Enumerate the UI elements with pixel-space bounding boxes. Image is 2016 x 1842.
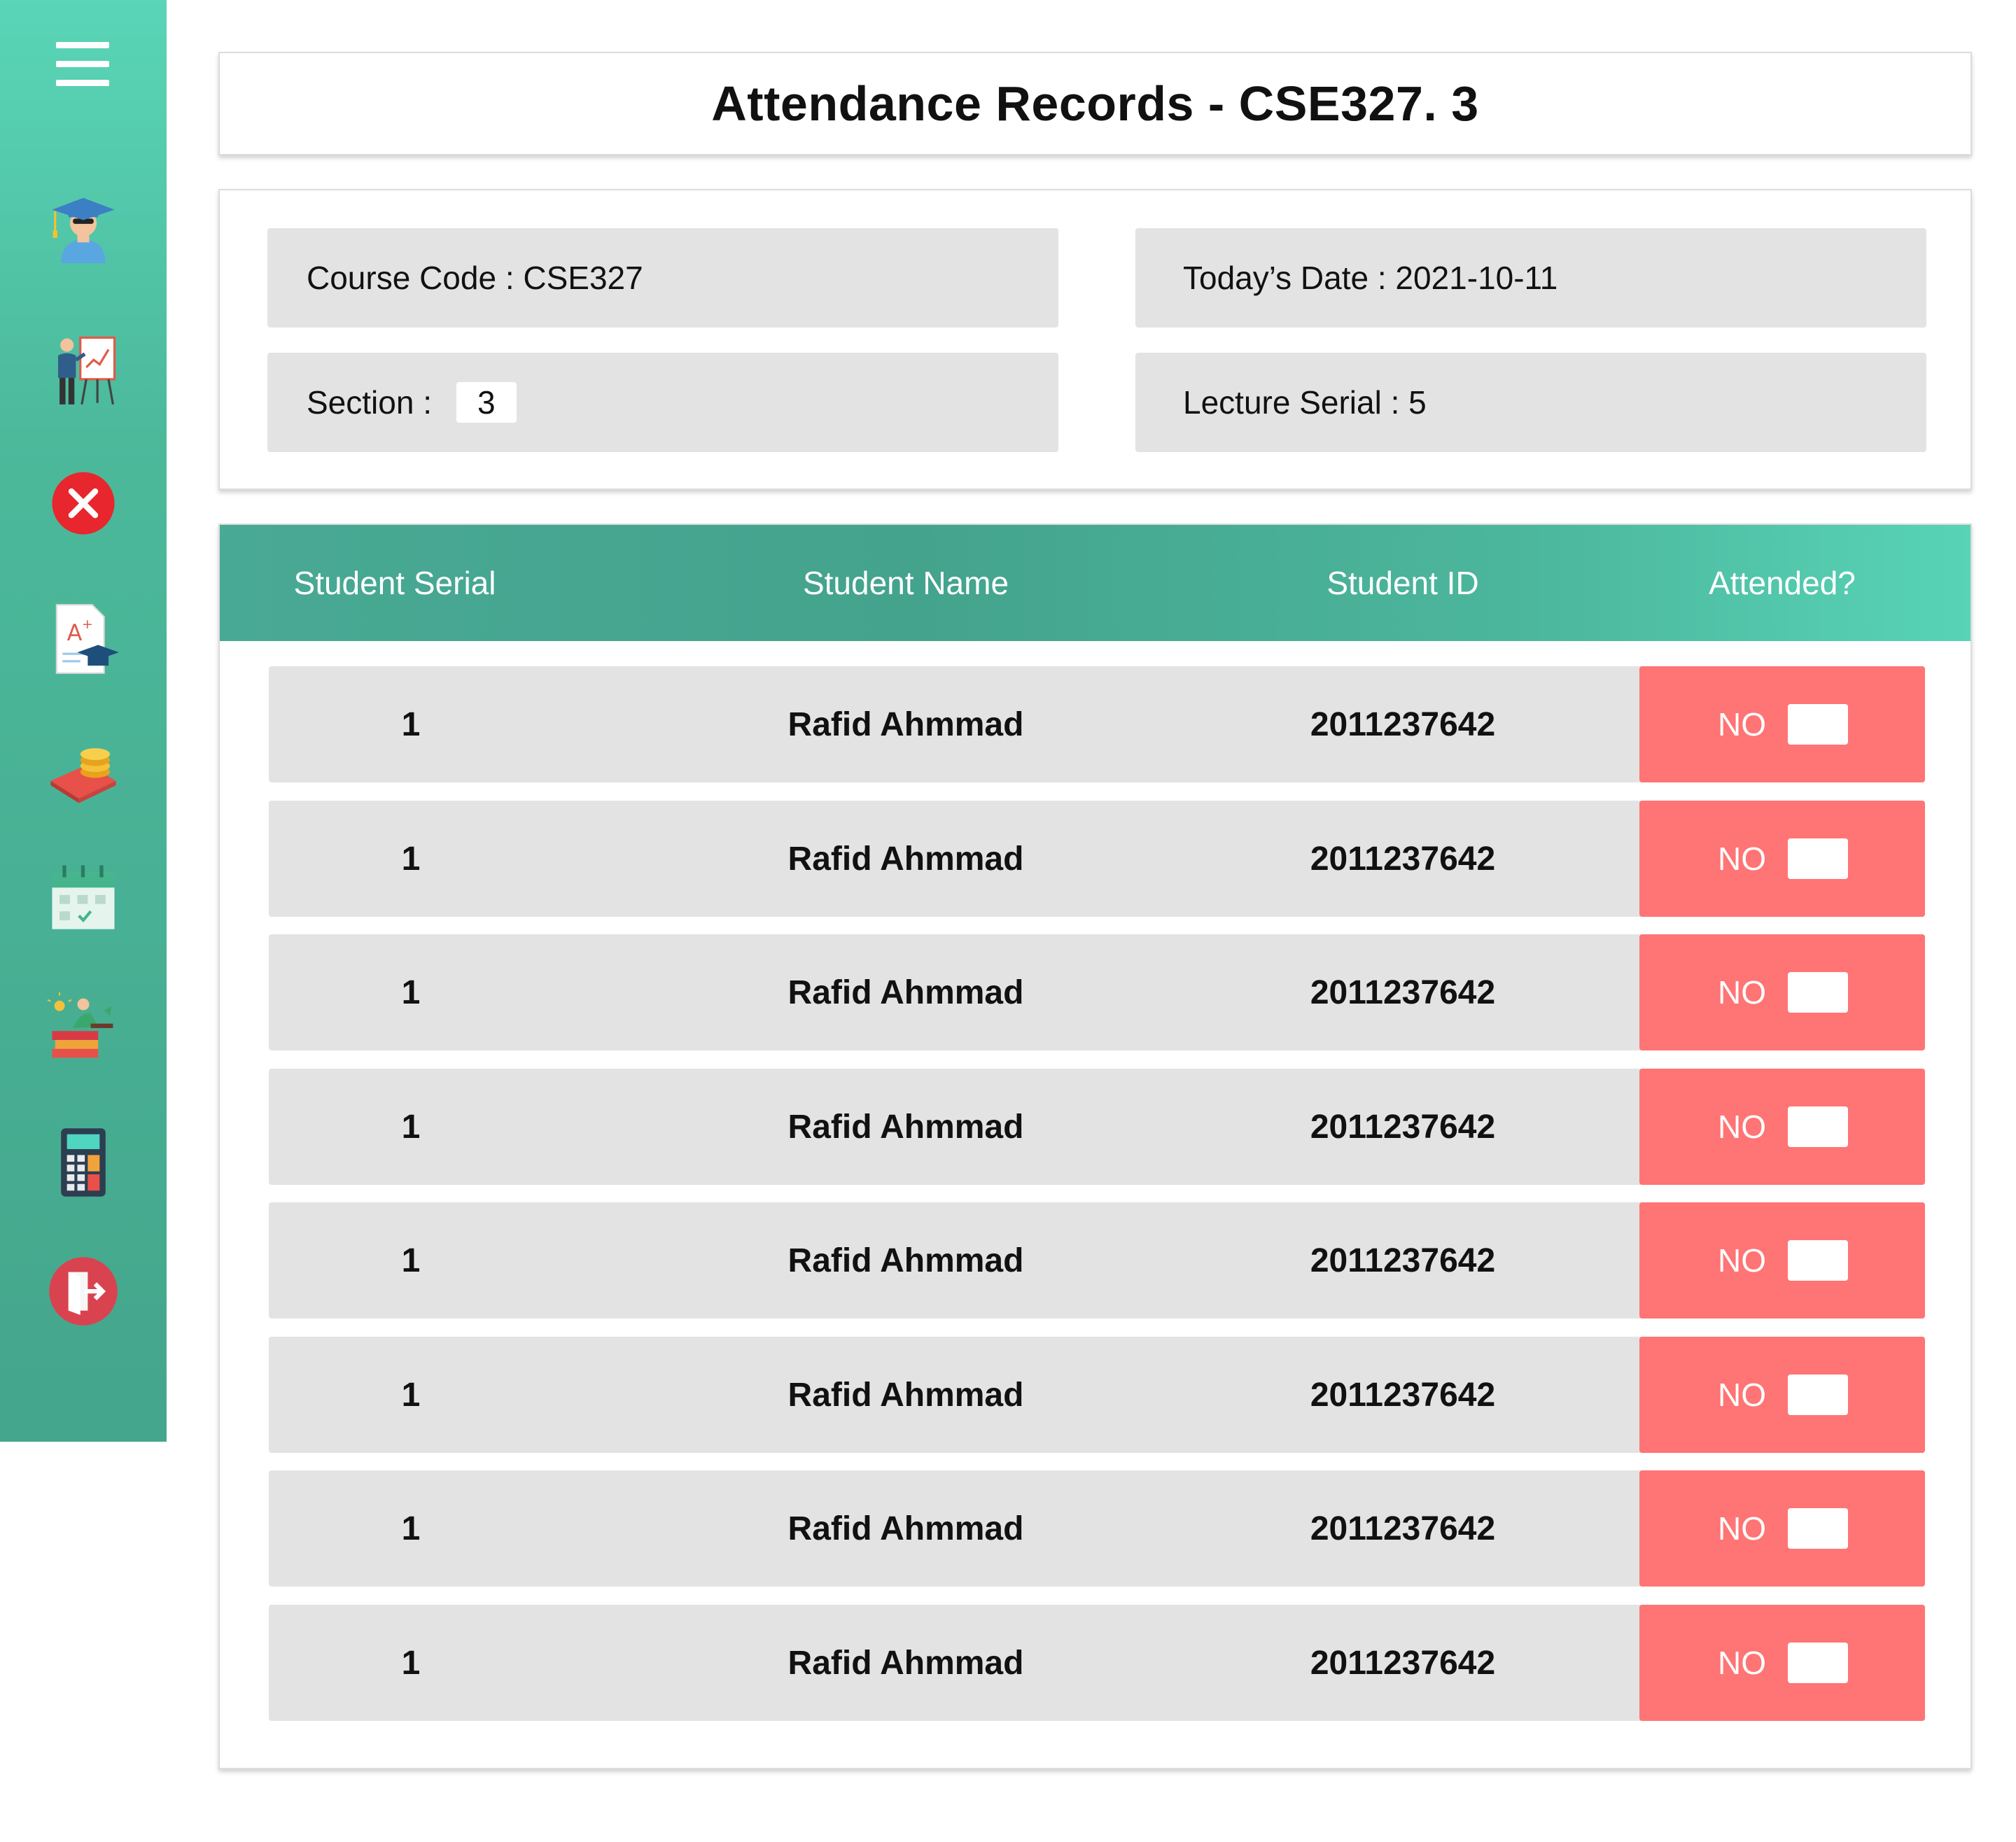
table-row: 1 Rafid Ahmmad 2011237642 NO [269,934,1925,1050]
student-id-cell: 2011237642 [1310,1510,1496,1547]
student-name-cell: Rafid Ahmmad [788,1644,1024,1682]
course-code-label: Course Code : CSE327 [307,260,643,296]
section-value-field[interactable]: 3 [456,382,517,423]
toggle-switch[interactable] [1788,838,1848,879]
student-serial-cell: 1 [401,1644,421,1682]
header-student-serial: Student Serial [293,565,496,601]
attendance-status-label: NO [1718,1645,1766,1681]
attendance-status-label: NO [1718,1242,1766,1279]
student-serial-cell: 1 [401,1242,421,1279]
header-attended: Attended? [1709,565,1856,601]
student-name-cell: Rafid Ahmmad [788,1108,1024,1146]
attendance-toggle-button[interactable]: NO [1639,1069,1925,1185]
table-row: 1 Rafid Ahmmad 2011237642 NO [269,1337,1925,1453]
svg-text:+: + [82,617,93,632]
student-id-cell: 2011237642 [1310,705,1496,743]
svg-text:A: A [67,620,83,646]
student-serial-cell: 1 [401,973,421,1011]
lecture-serial-box: Lecture Serial : 5 [1135,353,1926,452]
grade-document-icon[interactable]: A + [46,602,120,676]
student-serial-cell: 1 [401,705,421,743]
student-id-cell: 2011237642 [1310,1376,1496,1414]
table-header: Student Serial Student Name Student ID A… [220,525,1970,641]
table-row: 1 Rafid Ahmmad 2011237642 NO [269,1605,1925,1721]
section-label: Section : [307,384,441,421]
logout-door-icon[interactable] [46,1253,120,1327]
attendance-status-label: NO [1718,706,1766,743]
attendance-status-label: NO [1718,974,1766,1011]
student-id-cell: 2011237642 [1310,1242,1496,1279]
table-row: 1 Rafid Ahmmad 2011237642 NO [269,666,1925,782]
date-label: Today’s Date : 2021-10-11 [1183,260,1558,296]
calculator-icon[interactable] [46,1125,120,1200]
student-name-cell: Rafid Ahmmad [788,1242,1024,1279]
page-title-card: Attendance Records - CSE327. 3 [218,52,1972,155]
attendance-toggle-button[interactable]: NO [1639,1605,1925,1721]
toggle-switch[interactable] [1788,972,1848,1013]
red-close-icon[interactable] [46,465,120,539]
student-name-cell: Rafid Ahmmad [788,973,1024,1011]
attendance-toggle-button[interactable]: NO [1639,934,1925,1050]
graduate-student-icon[interactable] [46,189,120,263]
student-id-cell: 2011237642 [1310,1108,1496,1146]
attendance-toggle-button[interactable]: NO [1639,666,1925,782]
toggle-switch[interactable] [1788,1240,1848,1281]
attendance-status-label: NO [1718,1109,1766,1145]
study-books-icon[interactable] [46,991,120,1065]
attendance-status-label: NO [1718,1377,1766,1413]
student-name-cell: Rafid Ahmmad [788,1376,1024,1414]
toggle-switch[interactable] [1788,1106,1848,1147]
attendance-toggle-button[interactable]: NO [1639,1470,1925,1587]
student-name-cell: Rafid Ahmmad [788,1510,1024,1547]
calendar-icon[interactable] [46,859,120,934]
hamburger-menu-icon[interactable] [56,42,109,87]
student-name-cell: Rafid Ahmmad [788,840,1024,878]
teacher-presentation-icon[interactable] [46,332,120,406]
toggle-switch[interactable] [1788,1375,1848,1415]
course-code-box: Course Code : CSE327 [267,228,1058,328]
attendance-status-label: NO [1718,1510,1766,1547]
attendance-toggle-button[interactable]: NO [1639,1337,1925,1453]
toggle-switch[interactable] [1788,1508,1848,1549]
student-name-cell: Rafid Ahmmad [788,705,1024,743]
page-title: Attendance Records - CSE327. 3 [711,76,1479,131]
table-row: 1 Rafid Ahmmad 2011237642 NO [269,801,1925,917]
toggle-switch[interactable] [1788,704,1848,745]
student-serial-cell: 1 [401,1510,421,1547]
student-id-cell: 2011237642 [1310,840,1496,878]
date-box: Today’s Date : 2021-10-11 [1135,228,1926,328]
student-serial-cell: 1 [401,840,421,878]
table-row: 1 Rafid Ahmmad 2011237642 NO [269,1202,1925,1319]
attendance-table: Student Serial Student Name Student ID A… [218,523,1972,1769]
header-student-id: Student ID [1326,565,1479,601]
header-student-name: Student Name [802,565,1009,601]
student-id-cell: 2011237642 [1310,973,1496,1011]
attendance-toggle-button[interactable]: NO [1639,801,1925,917]
student-serial-cell: 1 [401,1376,421,1414]
course-info-card: Course Code : CSE327 Today’s Date : 2021… [218,189,1972,490]
student-id-cell: 2011237642 [1310,1644,1496,1682]
table-row: 1 Rafid Ahmmad 2011237642 NO [269,1470,1925,1587]
attendance-status-label: NO [1718,841,1766,877]
payment-coins-icon[interactable] [46,735,120,809]
sidebar: A + [0,0,167,1442]
lecture-serial-label: Lecture Serial : 5 [1183,384,1427,421]
section-box: Section : 3 [267,353,1058,452]
toggle-switch[interactable] [1788,1643,1848,1683]
table-row: 1 Rafid Ahmmad 2011237642 NO [269,1069,1925,1185]
attendance-toggle-button[interactable]: NO [1639,1202,1925,1319]
student-serial-cell: 1 [401,1108,421,1146]
